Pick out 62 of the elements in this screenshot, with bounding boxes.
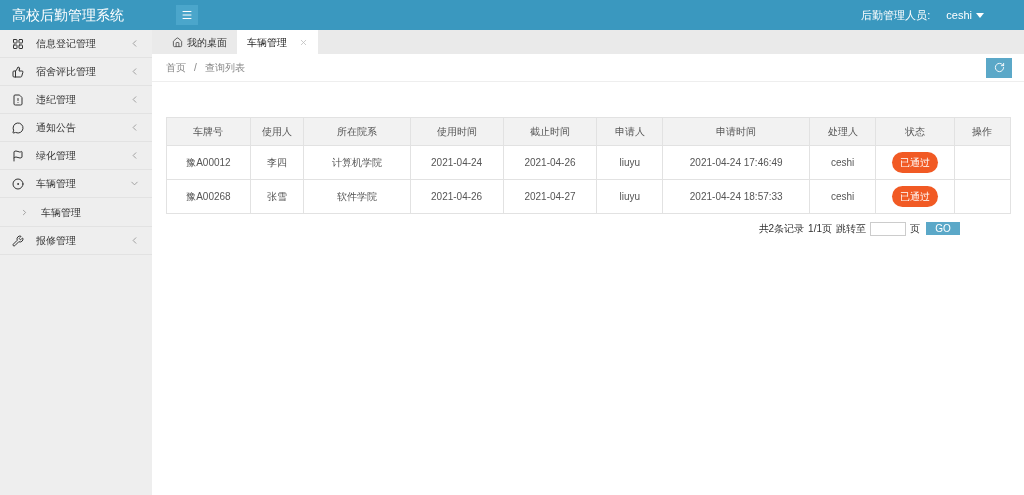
table-cell: 2021-04-24 <box>410 145 504 180</box>
column-header: 操作 <box>954 117 1011 146</box>
table-cell: 李四 <box>250 145 304 180</box>
sidebar-subitem[interactable]: 车辆管理 <box>0 198 152 227</box>
page-input[interactable] <box>870 221 906 236</box>
column-header: 申请时间 <box>662 117 810 146</box>
table-cell: 2021-04-27 <box>503 179 597 214</box>
jump-label: 跳转至 <box>836 222 866 236</box>
column-header: 状态 <box>875 117 955 146</box>
sidebar-item[interactable]: 宿舍评比管理 <box>0 58 152 86</box>
page-count: 1/1页 <box>808 222 832 236</box>
column-header: 车牌号 <box>166 117 251 146</box>
column-header: 处理人 <box>809 117 876 146</box>
document-icon <box>12 93 24 106</box>
user-role-label: 后勤管理人员: <box>861 7 931 23</box>
home-icon <box>172 36 183 48</box>
table-cell: liuyu <box>596 145 663 180</box>
flag-icon <box>12 149 24 162</box>
menu-toggle-button[interactable] <box>176 5 198 25</box>
table-cell: 2021-04-26 <box>410 179 504 214</box>
table-cell: 2021-04-26 <box>503 145 597 180</box>
column-header: 使用时间 <box>410 117 504 146</box>
record-count: 共2条记录 <box>758 222 805 236</box>
sidebar-item[interactable]: 违纪管理 <box>0 86 152 114</box>
table-cell: 软件学院 <box>303 179 411 214</box>
sidebar-item[interactable]: 绿化管理 <box>0 142 152 170</box>
wrench-icon <box>12 234 24 247</box>
breadcrumb-item[interactable]: 首页 <box>166 60 186 75</box>
table-cell: 豫A00012 <box>166 145 251 180</box>
status-badge: 已通过 <box>892 152 939 173</box>
table-cell: 2021-04-24 18:57:33 <box>662 179 810 214</box>
tab[interactable]: 车辆管理 <box>237 30 318 54</box>
breadcrumb-item[interactable]: 查询列表 <box>204 60 245 75</box>
grid-icon <box>12 37 24 50</box>
column-header: 申请人 <box>596 117 663 146</box>
thumbs-up-icon <box>12 65 24 78</box>
table-cell: ceshi <box>809 179 876 214</box>
radio-dot-icon <box>12 177 24 190</box>
sidebar-item[interactable]: 报修管理 <box>0 227 152 255</box>
sidebar-item[interactable]: 车辆管理 <box>0 170 152 198</box>
app-title: 高校后勤管理系统 <box>12 5 125 25</box>
table-cell: ceshi <box>809 145 876 180</box>
menu-icon <box>181 9 193 21</box>
caret-icon <box>976 12 984 18</box>
column-header: 所在院系 <box>303 117 411 146</box>
status-badge: 已通过 <box>892 186 939 207</box>
close-icon <box>299 37 308 47</box>
breadcrumb-separator: / <box>194 61 197 75</box>
refresh-button[interactable] <box>986 57 1012 78</box>
column-header: 截止时间 <box>503 117 597 146</box>
table-cell: 2021-04-24 17:46:49 <box>662 145 810 180</box>
table-cell: 豫A00268 <box>166 179 251 214</box>
sidebar-item[interactable]: 通知公告 <box>0 114 152 142</box>
page-unit: 页 <box>910 222 920 236</box>
chevron-right-icon <box>20 207 29 217</box>
table-cell: liuyu <box>596 179 663 214</box>
table-cell: 计算机学院 <box>303 145 411 180</box>
refresh-icon <box>993 62 1005 73</box>
chat-bubble-icon <box>12 121 24 134</box>
column-header: 使用人 <box>250 117 304 146</box>
sidebar-item[interactable]: 信息登记管理 <box>0 30 152 58</box>
table-cell: 张雪 <box>250 179 304 214</box>
